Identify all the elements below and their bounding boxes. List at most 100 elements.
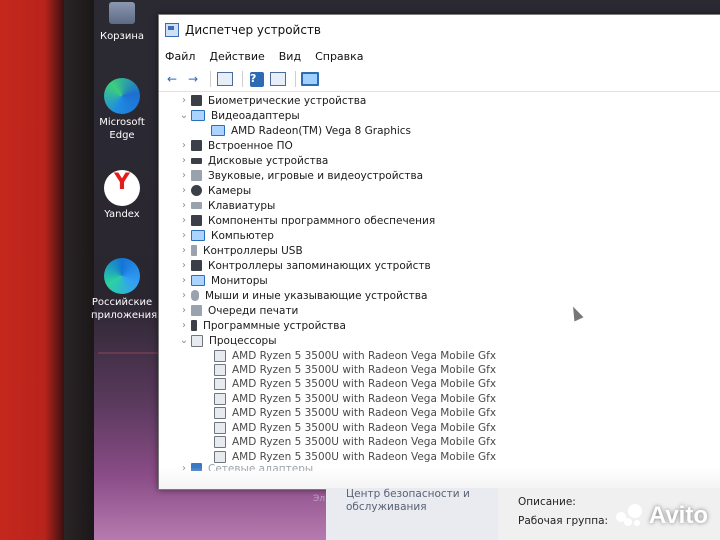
tree-item-label: Мыши и иные указывающие устройства (205, 289, 428, 302)
menu-action[interactable]: Действие (209, 50, 264, 63)
processor-icon (214, 406, 226, 419)
tree-item-label: Контроллеры запоминающих устройств (208, 259, 431, 272)
chevron-right-icon[interactable]: › (177, 260, 191, 271)
workgroup-label: Рабочая группа: (518, 515, 609, 527)
desktop-icon-russian-apps[interactable]: Российские приложения (87, 258, 157, 322)
tree-item-label: AMD Radeon(TM) Vega 8 Graphics (231, 124, 412, 137)
chevron-right-icon[interactable]: › (177, 230, 191, 241)
tree-item-software-components[interactable]: › Компоненты программного обеспечения (177, 213, 435, 228)
desktop-icon-recycle-bin[interactable]: Корзина (87, 2, 157, 43)
processor-icon (214, 435, 226, 448)
forward-icon[interactable]: → (184, 70, 202, 88)
tree-item-label: Мониторы (211, 274, 268, 287)
back-icon[interactable]: ← (163, 70, 181, 88)
toolbar-separator (210, 71, 211, 87)
tree-item-storage-controllers[interactable]: › Контроллеры запоминающих устройств (177, 258, 431, 273)
update-driver-icon[interactable] (269, 70, 287, 88)
tree-item-cpu-core[interactable]: AMD Ryzen 5 3500U with Radeon Vega Mobil… (214, 376, 496, 391)
tree-item-computer[interactable]: › Компьютер (177, 228, 274, 243)
monitor-icon (191, 275, 205, 286)
tree-item-label: AMD Ryzen 5 3500U with Radeon Vega Mobil… (232, 363, 497, 376)
menu-help[interactable]: Справка (315, 50, 363, 63)
chevron-right-icon[interactable]: › (177, 320, 191, 331)
tree-item-firmware[interactable]: › Встроенное ПО (177, 138, 293, 153)
toolbar: ← → ? (159, 67, 720, 92)
tree-item-display-adapters[interactable]: ⌄ Видеоадаптеры (177, 108, 300, 123)
avito-logo-icon (615, 504, 644, 528)
tree-item-mice[interactable]: › Мыши и иные указывающие устройства (177, 288, 427, 303)
tree-item-label: Дисковые устройства (208, 154, 329, 167)
edge-icon (104, 78, 140, 114)
tree-item-monitors[interactable]: › Мониторы (177, 273, 268, 288)
software-device-icon (191, 320, 197, 331)
watermark-text: Avito (648, 502, 708, 529)
camera-icon (191, 185, 202, 196)
chevron-right-icon[interactable]: › (177, 170, 191, 181)
tree-item-disk-drives[interactable]: › Дисковые устройства (177, 153, 328, 168)
tree-item-label: Клавиатуры (208, 199, 276, 212)
disk-drive-icon (191, 157, 202, 164)
tree-item-label: AMD Ryzen 5 3500U with Radeon Vega Mobil… (232, 349, 497, 362)
tree-item-label: Встроенное ПО (208, 139, 293, 152)
chevron-right-icon[interactable]: › (177, 305, 191, 316)
tree-item-label: Компьютер (211, 229, 274, 242)
recycle-bin-icon (109, 2, 135, 24)
tree-item-usb-controllers[interactable]: › Контроллеры USB (177, 243, 303, 258)
mouse-icon (191, 290, 199, 301)
chevron-right-icon[interactable]: › (177, 245, 191, 256)
tree-item-label: AMD Ryzen 5 3500U with Radeon Vega Mobil… (232, 435, 497, 448)
help-icon[interactable]: ? (248, 70, 266, 88)
tree-item-cpu-core[interactable]: AMD Ryzen 5 3500U with Radeon Vega Mobil… (214, 391, 496, 406)
chevron-down-icon[interactable]: ⌄ (177, 335, 191, 346)
chevron-right-icon[interactable]: › (177, 200, 191, 211)
tree-item-label: Компоненты программного обеспечения (208, 214, 436, 227)
monitor-icon[interactable] (301, 70, 319, 88)
tree-item-label: Биометрические устройства (208, 94, 367, 107)
speaker-icon (191, 170, 202, 181)
desktop-icon-yandex[interactable]: Y Yandex (87, 170, 157, 221)
chevron-right-icon[interactable]: › (177, 95, 191, 106)
chevron-right-icon[interactable]: › (177, 140, 191, 151)
tree-item-cpu-core[interactable]: AMD Ryzen 5 3500U with Radeon Vega Mobil… (214, 362, 496, 377)
processor-icon (214, 363, 226, 376)
desktop-icon-label: Корзина (99, 31, 145, 42)
device-manager-window: Диспетчер устройств Файл Действие Вид Сп… (158, 14, 720, 490)
tree-item-software-devices[interactable]: › Программные устройства (177, 318, 346, 333)
security-center-link[interactable]: Центр безопасности и обслуживания (346, 488, 496, 514)
tree-item-keyboards[interactable]: › Клавиатуры (177, 198, 275, 213)
toolbar-separator (295, 71, 296, 87)
tree-item-label: Программные устройства (203, 319, 346, 332)
tree-item-sound[interactable]: › Звуковые, игровые и видеоустройства (177, 168, 423, 183)
tree-item-cpu-core[interactable]: AMD Ryzen 5 3500U with Radeon Vega Mobil… (214, 434, 496, 449)
menu-view[interactable]: Вид (279, 50, 301, 63)
firmware-icon (191, 140, 202, 151)
avito-watermark: Avito (615, 502, 708, 530)
chevron-right-icon[interactable]: › (177, 155, 191, 166)
chevron-down-icon[interactable]: ⌄ (177, 110, 191, 121)
tree-item-gpu[interactable]: AMD Radeon(TM) Vega 8 Graphics (211, 123, 411, 138)
tree-item-cpu-core[interactable]: AMD Ryzen 5 3500U with Radeon Vega Mobil… (214, 405, 496, 420)
chevron-right-icon[interactable]: › (177, 290, 191, 301)
computer-icon (191, 230, 205, 241)
tree-item-cameras[interactable]: › Камеры (177, 183, 251, 198)
chevron-right-icon[interactable]: › (177, 275, 191, 286)
properties-icon[interactable] (216, 70, 234, 88)
desktop-decoration (98, 352, 158, 354)
menu-file[interactable]: Файл (165, 50, 195, 63)
chevron-right-icon[interactable]: › (177, 215, 191, 226)
tree-item-biometric[interactable]: › Биометрические устройства (177, 93, 366, 108)
chevron-right-icon[interactable]: › (177, 185, 191, 196)
title-bar[interactable]: Диспетчер устройств (159, 15, 720, 45)
desktop-icon-edge[interactable]: Microsoft Edge (87, 78, 157, 142)
tree-item-cpu-core[interactable]: AMD Ryzen 5 3500U with Radeon Vega Mobil… (214, 348, 496, 363)
laptop-frame (0, 0, 64, 540)
processor-icon (214, 421, 226, 434)
tree-item-print-queues[interactable]: › Очереди печати (177, 303, 298, 318)
desktop-icon-label: Microsoft Edge (99, 117, 145, 141)
tree-item-processors[interactable]: ⌄ Процессоры (177, 333, 277, 348)
tree-item-label: AMD Ryzen 5 3500U with Radeon Vega Mobil… (232, 421, 497, 434)
tree-item-label: Звуковые, игровые и видеоустройства (208, 169, 424, 182)
partial-label: Эл (313, 494, 326, 504)
tree-item-label: Видеоадаптеры (211, 109, 300, 122)
tree-item-cpu-core[interactable]: AMD Ryzen 5 3500U with Radeon Vega Mobil… (214, 420, 496, 435)
